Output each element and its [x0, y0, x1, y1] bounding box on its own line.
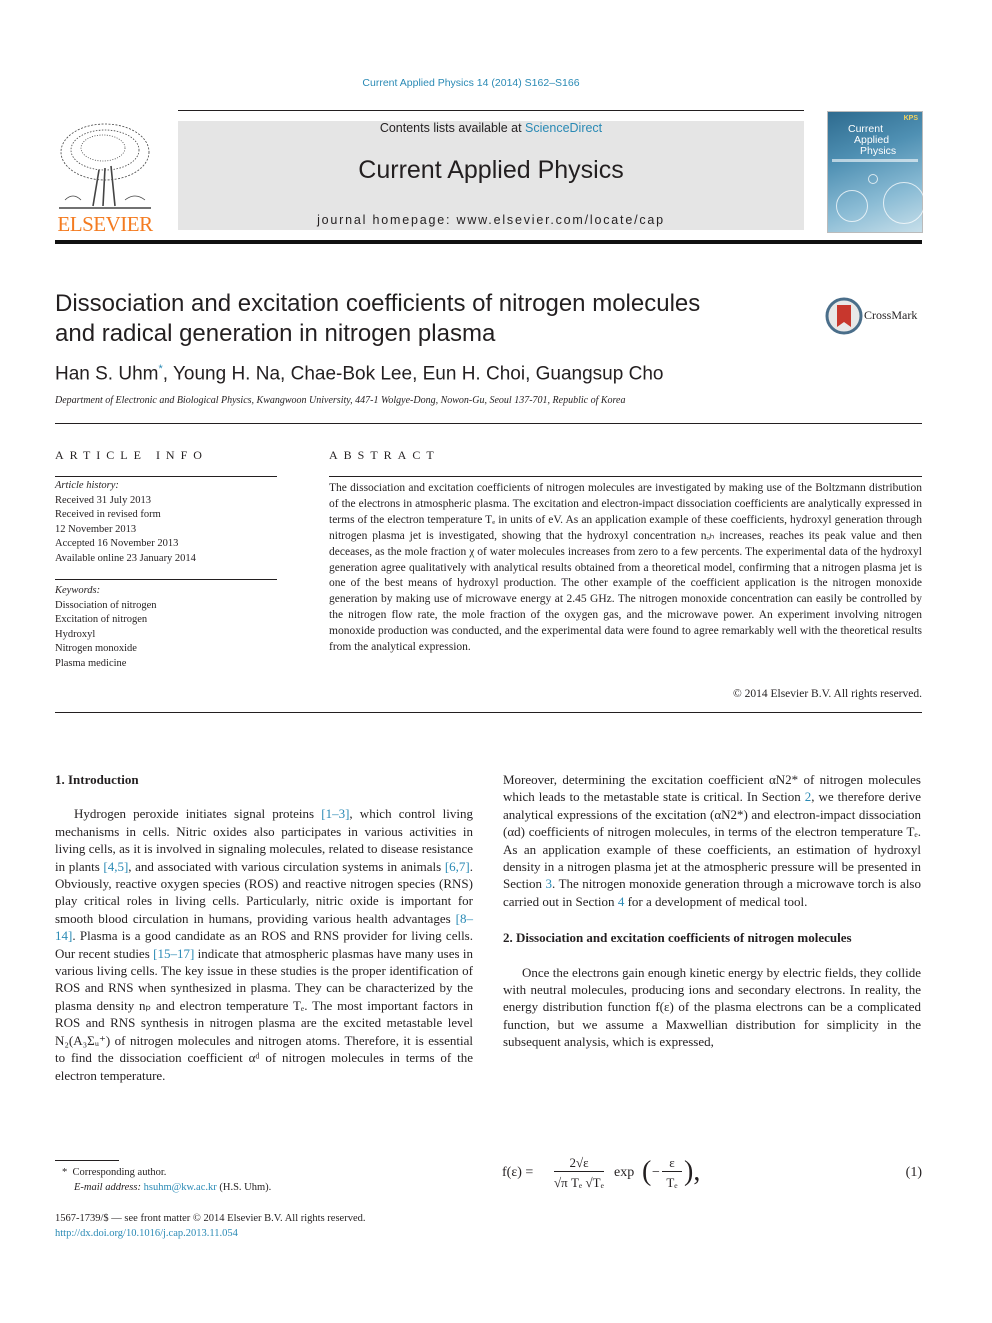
history-item: 12 November 2013: [55, 523, 137, 535]
divider: [329, 476, 922, 477]
crossmark-button[interactable]: CrossMark: [825, 297, 935, 335]
header-rule: [178, 110, 804, 111]
cover-strip: [832, 159, 918, 162]
article-title: Dissociation and excitation coefficients…: [55, 290, 701, 347]
author[interactable]: Young H. Na: [173, 363, 280, 384]
section2-paragraph: Once the electrons gain enough kinetic e…: [503, 964, 921, 1050]
front-matter: 1567-1739/$ — see front matter © 2014 El…: [55, 1213, 366, 1239]
journal-title: Current Applied Physics: [358, 156, 624, 184]
author[interactable]: Eun H. Choi: [423, 363, 525, 384]
equation-1: f(ε) = 2√ε √π Tₑ √Tₑ exp ( − ε Tₑ ), (1): [502, 1155, 922, 1190]
elsevier-wordmark: ELSEVIER: [57, 212, 153, 236]
keyword: Dissociation of nitrogen: [55, 599, 157, 611]
history-item: Accepted 16 November 2013: [55, 538, 179, 549]
divider: [55, 476, 277, 477]
author[interactable]: Chae-Bok Lee: [291, 363, 412, 384]
abstract-text: The dissociation and excitation coeffici…: [329, 482, 922, 654]
intro-paragraph: Hydrogen peroxide initiates signal prote…: [55, 806, 474, 1083]
contents-line: Contents lists available at ScienceDirec…: [379, 121, 603, 135]
section-heading-2: 2. Dissociation and excitation coefficie…: [503, 930, 852, 946]
cover-bubble: [836, 190, 868, 222]
footnote-rule: [55, 1160, 119, 1161]
journal-citation[interactable]: Current Applied Physics 14 (2014) S162–S…: [0, 77, 942, 89]
journal-homepage[interactable]: journal homepage: www.elsevier.com/locat…: [178, 213, 804, 227]
keyword: Nitrogen monoxide: [55, 643, 137, 654]
corresponding-author-mark[interactable]: *: [158, 363, 162, 375]
divider: [55, 423, 922, 424]
history-item: Received 31 July 2013: [55, 494, 151, 506]
abstract-heading: ABSTRACT: [329, 448, 440, 462]
journal-cover-image: KPS Current Applied Physics: [827, 111, 925, 233]
left-column: 1. Introduction Hydrogen peroxide initia…: [55, 771, 473, 1084]
footnote-corresponding: * Corresponding author. E-mail address: …: [62, 1167, 272, 1193]
equation-number: (1): [905, 1165, 922, 1180]
divider: [55, 579, 277, 580]
email-link[interactable]: hsuhm@kw.ac.kr: [144, 1182, 217, 1193]
abstract-copyright: © 2014 Elsevier B.V. All rights reserved…: [733, 688, 922, 700]
article-history: Article history: Received 31 July 2013 R…: [55, 479, 196, 566]
author[interactable]: Han S. Uhm: [55, 363, 158, 384]
history-item: Received in revised form: [55, 509, 161, 520]
divider: [55, 712, 922, 713]
cover-title: Current Applied Physics: [848, 123, 897, 157]
keyword: Plasma medicine: [55, 657, 127, 669]
cover-bubble: [868, 174, 878, 184]
kps-badge: KPS: [903, 115, 918, 122]
reference-link[interactable]: [6,7]: [445, 859, 470, 874]
cover-bubble: [883, 182, 925, 224]
sciencedirect-link[interactable]: ScienceDirect: [525, 121, 602, 135]
reference-link[interactable]: [15–17]: [153, 946, 194, 961]
reference-link[interactable]: [4,5]: [103, 859, 128, 874]
keywords: Keywords: Dissociation of nitrogen Excit…: [55, 584, 156, 671]
author[interactable]: Guangsup Cho: [536, 363, 664, 384]
keyword: Excitation of nitrogen: [55, 614, 148, 625]
affiliation: Department of Electronic and Biological …: [55, 395, 626, 406]
crossmark-icon: [825, 297, 863, 335]
right-column: Moreover, determining the excitation coe…: [503, 771, 921, 1051]
doi-link[interactable]: http://dx.doi.org/10.1016/j.cap.2013.11.…: [55, 1228, 238, 1239]
header-thick-rule: [55, 240, 922, 244]
author-list: Han S. Uhm*, Young H. Na, Chae-Bok Lee, …: [55, 363, 664, 385]
intro-paragraph-continued: Moreover, determining the excitation coe…: [503, 772, 921, 909]
article-info-heading: ARTICLE INFO: [55, 448, 208, 462]
keyword: Hydroxyl: [55, 628, 96, 640]
reference-link[interactable]: [1–3]: [321, 806, 349, 821]
history-item: Available online 23 January 2014: [55, 552, 196, 564]
section-heading-introduction: 1. Introduction: [55, 772, 139, 787]
